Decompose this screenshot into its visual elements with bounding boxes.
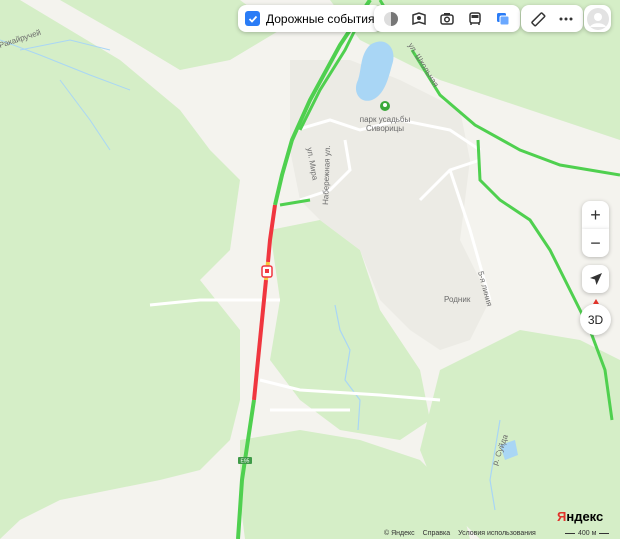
incident-icon <box>265 269 269 273</box>
3d-label: 3D <box>587 312 604 327</box>
park-label-line1: парк усадьбы <box>360 115 411 124</box>
tools-toolbar <box>521 5 583 32</box>
camera-button[interactable] <box>434 5 460 32</box>
checkmark-icon <box>248 15 257 23</box>
map-canvas[interactable]: E95 парк усадьбы Сиворицы ул. Мира Набер… <box>0 0 620 539</box>
help-link[interactable]: Справка <box>423 530 450 537</box>
panorama-icon <box>412 11 426 25</box>
zoom-in-button[interactable]: + <box>582 201 609 229</box>
avatar-icon <box>586 7 609 30</box>
copyright-link[interactable]: © Яндекс <box>384 530 415 537</box>
layers-toolbar <box>374 5 520 32</box>
compass-north-icon <box>593 299 599 304</box>
ruler-icon <box>531 11 546 26</box>
map-mode-button[interactable] <box>378 5 404 32</box>
map-mode-icon <box>384 11 398 26</box>
map-scale: 400 м <box>565 530 610 537</box>
ruler-button[interactable] <box>525 5 551 32</box>
location-arrow-icon <box>589 273 602 285</box>
scale-label: 400 м <box>578 530 597 537</box>
park-label-line2: Сиворицы <box>366 124 404 133</box>
footer-links: © Яндекс Справка Условия использования <box>384 530 536 537</box>
zoom-out-icon: − <box>590 232 601 253</box>
road-shield-label: E95 <box>241 459 250 465</box>
zoom-in-icon: + <box>590 204 601 225</box>
logo-rest: ндекс <box>566 509 604 524</box>
traffic-checkbox[interactable] <box>245 11 260 26</box>
more-button[interactable] <box>553 5 579 32</box>
transit-button[interactable] <box>462 5 488 32</box>
logo-first-letter: Я <box>557 509 567 524</box>
scale-bar-right <box>599 533 610 534</box>
panorama-button[interactable] <box>406 5 432 32</box>
spring-label: Родник <box>444 295 471 304</box>
transit-icon <box>469 11 481 25</box>
zoom-out-button[interactable]: − <box>582 229 609 257</box>
traffic-events-toggle[interactable]: Дорожные события <box>238 5 383 32</box>
traffic-events-label: Дорожные события <box>266 11 375 26</box>
locate-me-button[interactable] <box>582 265 609 293</box>
terms-link[interactable]: Условия использования <box>458 530 536 537</box>
3d-compass-button[interactable]: 3D <box>580 304 611 335</box>
layers-button[interactable] <box>490 5 516 32</box>
park-poi-dot <box>383 103 387 107</box>
layers-icon <box>497 12 510 25</box>
yandex-logo[interactable]: Яндекс <box>557 509 603 524</box>
profile-button[interactable] <box>584 5 611 32</box>
camera-icon <box>440 12 454 25</box>
more-icon <box>559 17 573 20</box>
scale-bar-left <box>565 533 575 534</box>
